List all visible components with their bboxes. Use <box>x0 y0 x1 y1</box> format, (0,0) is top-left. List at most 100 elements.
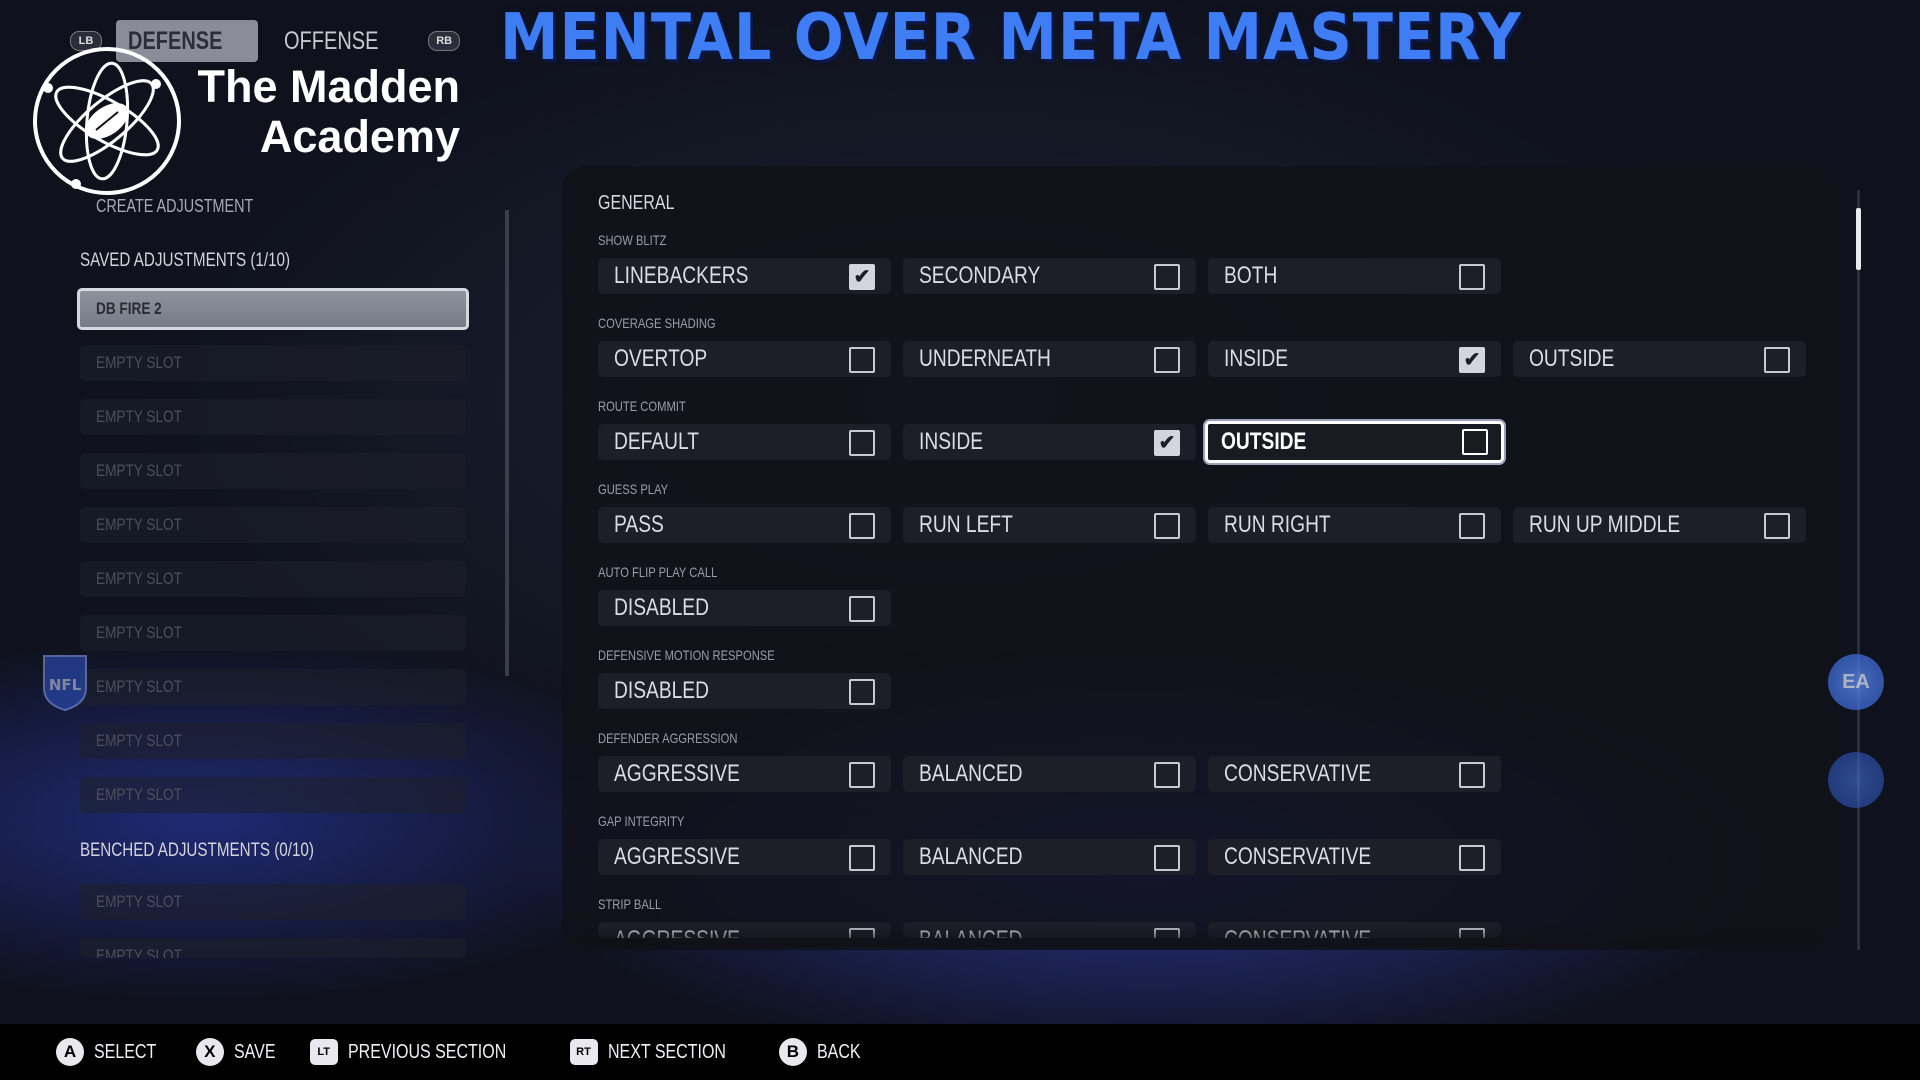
option-aggressive[interactable]: AGGRESSIVE <box>598 756 891 792</box>
option-conservative[interactable]: CONSERVATIVE <box>1208 839 1501 875</box>
hint-save[interactable]: X SAVE <box>195 1038 286 1066</box>
checkbox-icon[interactable] <box>849 347 875 373</box>
group-title: DEFENDER AGGRESSION <box>598 730 738 746</box>
checkbox-icon[interactable] <box>849 430 875 456</box>
brand-line-1: The Madden <box>197 61 460 112</box>
option-label: BALANCED <box>919 843 1023 870</box>
option-label: BALANCED <box>919 760 1023 787</box>
option-label: OUTSIDE <box>1221 428 1307 455</box>
hint-next-section[interactable]: RT NEXT SECTION <box>569 1039 755 1065</box>
button-hint-bar: A SELECT X SAVE LT PREVIOUS SECTION RT NEXT SEC… <box>0 1024 1920 1080</box>
brand-name: The Madden Academy <box>190 62 460 162</box>
option-both[interactable]: BOTH <box>1208 258 1501 294</box>
saved-slot-empty[interactable]: EMPTY SLOT <box>80 777 466 813</box>
option-overtop[interactable]: OVERTOP <box>598 341 891 377</box>
checkbox-icon[interactable] <box>849 513 875 539</box>
checkbox-icon[interactable] <box>1459 264 1485 290</box>
option-balanced[interactable]: BALANCED <box>903 756 1196 792</box>
saved-slot-empty[interactable]: EMPTY SLOT <box>80 507 466 543</box>
option-secondary[interactable]: SECONDARY <box>903 258 1196 294</box>
group-title: ROUTE COMMIT <box>598 398 686 414</box>
scroll-fade <box>580 925 1820 947</box>
hint-label: SAVE <box>233 1040 276 1063</box>
saved-slot-empty[interactable]: EMPTY SLOT <box>80 453 466 489</box>
main-scrollbar-track[interactable] <box>1857 190 1860 950</box>
checkbox-icon[interactable] <box>1154 513 1180 539</box>
benched-adjustments-title: BENCHED ADJUSTMENTS (0/10) <box>80 840 314 861</box>
option-outside[interactable]: OUTSIDE <box>1205 421 1504 463</box>
checkbox-icon[interactable] <box>1154 264 1180 290</box>
option-run-right[interactable]: RUN RIGHT <box>1208 507 1501 543</box>
saved-slot-empty[interactable]: EMPTY SLOT <box>80 561 466 597</box>
benched-slot-empty[interactable]: EMPTY SLOT <box>80 884 466 920</box>
option-run-left[interactable]: RUN LEFT <box>903 507 1196 543</box>
checkbox-icon[interactable] <box>849 845 875 871</box>
group-title: GAP INTEGRITY <box>598 813 685 829</box>
option-label: AGGRESSIVE <box>614 760 740 787</box>
option-label: INSIDE <box>919 428 984 455</box>
option-linebackers[interactable]: LINEBACKERS ✔ <box>598 258 891 294</box>
overlay-circle-icon <box>1828 752 1884 808</box>
option-aggressive[interactable]: AGGRESSIVE <box>598 839 891 875</box>
option-default[interactable]: DEFAULT <box>598 424 891 460</box>
option-inside[interactable]: INSIDE ✔ <box>903 424 1196 460</box>
controller-a-button-icon: A <box>56 1038 84 1066</box>
saved-slot-empty[interactable]: EMPTY SLOT <box>80 669 466 705</box>
option-run-up-middle[interactable]: RUN UP MIDDLE <box>1513 507 1806 543</box>
option-balanced[interactable]: BALANCED <box>903 839 1196 875</box>
option-label: CONSERVATIVE <box>1224 843 1372 870</box>
controller-x-button-icon: X <box>195 1038 224 1066</box>
option-outside[interactable]: OUTSIDE <box>1513 341 1806 377</box>
option-underneath[interactable]: UNDERNEATH <box>903 341 1196 377</box>
option-label: DISABLED <box>614 594 709 621</box>
checkbox-icon[interactable] <box>849 596 875 622</box>
group-title: STRIP BALL <box>598 896 662 912</box>
option-label: OUTSIDE <box>1529 345 1615 372</box>
hint-previous-section[interactable]: LT PREVIOUS SECTION <box>309 1039 546 1065</box>
checkbox-icon[interactable] <box>1764 347 1790 373</box>
checkbox-checked-icon[interactable]: ✔ <box>1154 430 1180 456</box>
saved-slot-empty[interactable]: EMPTY SLOT <box>80 723 466 759</box>
option-conservative[interactable]: CONSERVATIVE <box>1208 756 1501 792</box>
rb-bumper-icon[interactable]: RB <box>428 31 461 51</box>
hint-back[interactable]: B BACK <box>778 1038 871 1066</box>
hint-select[interactable]: A SELECT <box>56 1038 172 1066</box>
option-label: RUN RIGHT <box>1224 511 1331 538</box>
create-adjustment-button[interactable]: CREATE ADJUSTMENT <box>96 196 293 217</box>
checkbox-icon[interactable] <box>1154 762 1180 788</box>
checkbox-icon[interactable] <box>1459 513 1485 539</box>
checkbox-checked-icon[interactable]: ✔ <box>849 264 875 290</box>
section-title: GENERAL <box>598 192 675 214</box>
main-scrollbar-thumb[interactable] <box>1856 208 1861 270</box>
option-inside[interactable]: INSIDE ✔ <box>1208 341 1501 377</box>
controller-b-button-icon: B <box>778 1038 807 1066</box>
checkbox-checked-icon[interactable]: ✔ <box>1459 347 1485 373</box>
ea-sports-icon: EA <box>1828 654 1884 710</box>
hint-label: PREVIOUS SECTION <box>347 1040 506 1063</box>
checkbox-icon[interactable] <box>1154 845 1180 871</box>
checkbox-icon[interactable] <box>1764 513 1790 539</box>
checkbox-icon[interactable] <box>849 679 875 705</box>
saved-slot-empty[interactable]: EMPTY SLOT <box>80 615 466 651</box>
saved-slot-empty[interactable]: EMPTY SLOT <box>80 345 466 381</box>
option-label: UNDERNEATH <box>919 345 1051 372</box>
option-label: LINEBACKERS <box>614 262 749 289</box>
option-disabled[interactable]: DISABLED <box>598 590 891 626</box>
option-label: SECONDARY <box>919 262 1041 289</box>
checkbox-icon[interactable] <box>1459 845 1485 871</box>
benched-slot-empty[interactable]: EMPTY SLOT <box>80 938 466 958</box>
checkbox-icon[interactable] <box>1462 429 1488 455</box>
option-pass[interactable]: PASS <box>598 507 891 543</box>
option-label: DISABLED <box>614 677 709 704</box>
left-scrollbar[interactable] <box>505 210 509 676</box>
option-label: INSIDE <box>1224 345 1289 372</box>
option-disabled[interactable]: DISABLED <box>598 673 891 709</box>
checkbox-icon[interactable] <box>1459 762 1485 788</box>
banner-title: MENTAL OVER META MASTERY <box>500 1 1522 75</box>
saved-slot-selected[interactable]: DB FIRE 2 <box>77 288 469 330</box>
checkbox-icon[interactable] <box>849 762 875 788</box>
tab-offense[interactable]: OFFENSE <box>272 20 414 62</box>
saved-slot-empty[interactable]: EMPTY SLOT <box>80 399 466 435</box>
checkbox-icon[interactable] <box>1154 347 1180 373</box>
group-title: GUESS PLAY <box>598 481 669 497</box>
